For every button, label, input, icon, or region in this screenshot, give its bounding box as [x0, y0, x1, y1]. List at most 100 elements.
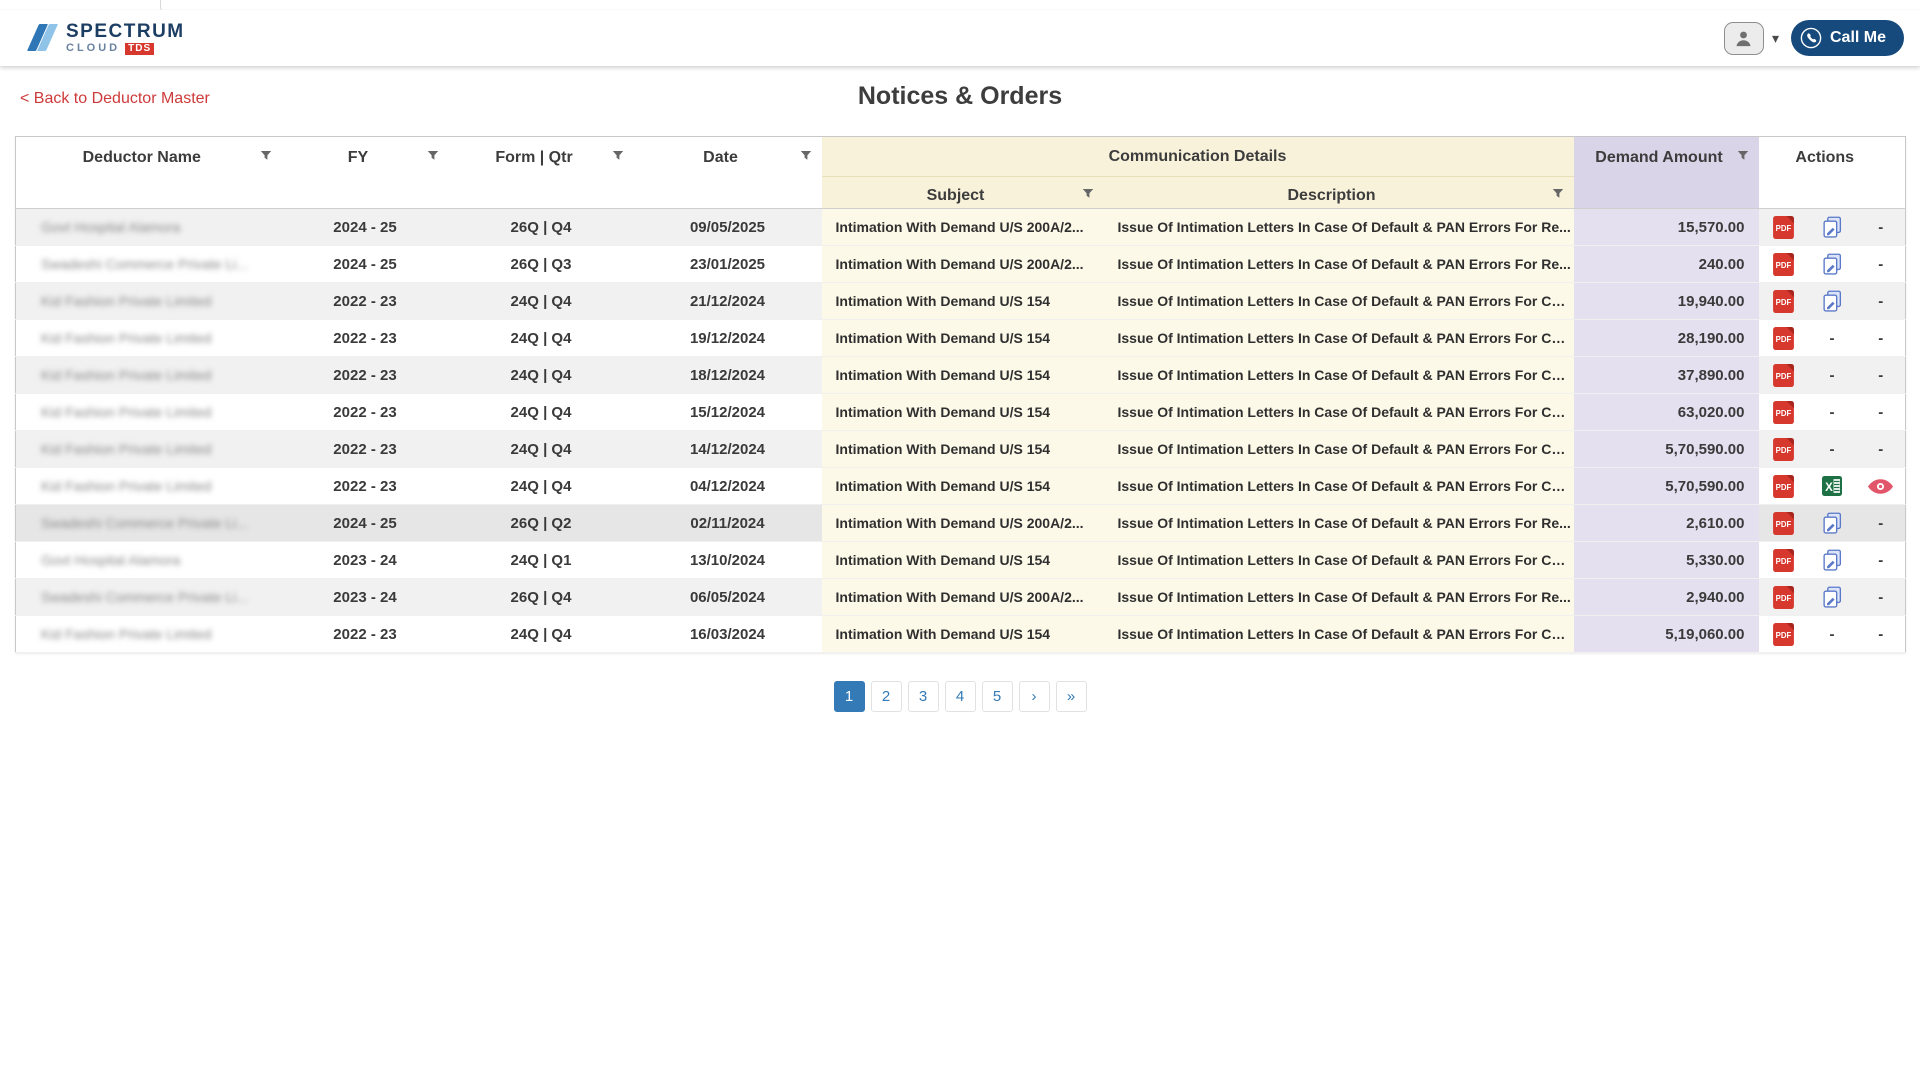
no-action-dash: - — [1857, 246, 1906, 283]
deductor-name-redacted: Swadeshi Commerce Private Li... — [41, 256, 248, 272]
cell-form-qtr: 24Q | Q4 — [449, 468, 634, 505]
cell-fy: 2022 - 23 — [282, 468, 449, 505]
deductor-name-redacted: Swadeshi Commerce Private Li... — [41, 515, 248, 531]
cell-deductor-name: Kid Fashion Private Limited — [16, 468, 282, 505]
filter-icon[interactable] — [1737, 150, 1749, 162]
pdf-file-icon[interactable]: PDF — [1759, 468, 1808, 505]
pdf-file-icon[interactable]: PDF — [1759, 320, 1808, 357]
cell-fy: 2022 - 23 — [282, 394, 449, 431]
page-button-4[interactable]: 4 — [945, 681, 976, 712]
cell-date: 23/01/2025 — [634, 246, 822, 283]
cell-fy: 2024 - 25 — [282, 505, 449, 542]
excel-file-icon[interactable]: X — [1808, 468, 1857, 505]
cell-fy: 2022 - 23 — [282, 616, 449, 653]
deductor-name-redacted: Kid Fashion Private Limited — [41, 367, 211, 383]
document-copy-icon[interactable] — [1808, 283, 1857, 320]
filter-icon[interactable] — [612, 150, 624, 162]
col-header-demand-amount: Demand Amount — [1574, 137, 1759, 209]
table-row: Kid Fashion Private Limited2022 - 2324Q … — [16, 468, 1906, 505]
deductor-name-redacted: Govt Hospital Alamora — [41, 219, 180, 235]
cell-subject: Intimation With Demand U/S 154 — [822, 431, 1104, 468]
pdf-file-icon[interactable]: PDF — [1759, 431, 1808, 468]
filter-icon[interactable] — [260, 150, 272, 162]
spectrum-logo-icon — [26, 22, 58, 54]
svg-text:PDF: PDF — [1775, 631, 1791, 640]
cell-deductor-name: Kid Fashion Private Limited — [16, 320, 282, 357]
cell-date: 04/12/2024 — [634, 468, 822, 505]
no-action-dash: - — [1857, 505, 1906, 542]
cell-demand-amount: 2,940.00 — [1574, 579, 1759, 616]
pdf-file-icon[interactable]: PDF — [1759, 505, 1808, 542]
pdf-file-icon[interactable]: PDF — [1759, 209, 1808, 246]
cell-subject: Intimation With Demand U/S 154 — [822, 394, 1104, 431]
cell-subject: Intimation With Demand U/S 154 — [822, 283, 1104, 320]
eye-icon[interactable] — [1857, 468, 1906, 505]
pdf-file-icon[interactable]: PDF — [1759, 357, 1808, 394]
cell-demand-amount: 2,610.00 — [1574, 505, 1759, 542]
pdf-file-icon[interactable]: PDF — [1759, 246, 1808, 283]
table-row: Kid Fashion Private Limited2022 - 2324Q … — [16, 320, 1906, 357]
logo-title: SPECTRUM — [66, 22, 185, 41]
cell-demand-amount: 28,190.00 — [1574, 320, 1759, 357]
no-action-dash: - — [1857, 357, 1906, 394]
cell-fy: 2022 - 23 — [282, 357, 449, 394]
app-logo[interactable]: SPECTRUM CLOUD TDS — [26, 22, 185, 55]
document-copy-icon[interactable] — [1808, 209, 1857, 246]
col-header-deductor-name: Deductor Name — [16, 137, 282, 209]
caret-down-icon[interactable]: ▾ — [1772, 30, 1779, 47]
svg-text:X: X — [1825, 482, 1833, 494]
cell-form-qtr: 24Q | Q4 — [449, 283, 634, 320]
filter-icon[interactable] — [800, 150, 812, 162]
back-to-deductor-master-link[interactable]: < Back to Deductor Master — [20, 90, 210, 108]
cell-description: Issue Of Intimation Letters In Case Of D… — [1104, 468, 1574, 505]
cell-demand-amount: 5,70,590.00 — [1574, 468, 1759, 505]
call-me-button[interactable]: Call Me — [1791, 20, 1904, 56]
cell-subject: Intimation With Demand U/S 200A/2... — [822, 505, 1104, 542]
cell-subject: Intimation With Demand U/S 154 — [822, 320, 1104, 357]
page-button-2[interactable]: 2 — [871, 681, 902, 712]
document-copy-icon[interactable] — [1808, 579, 1857, 616]
pdf-file-icon[interactable]: PDF — [1759, 394, 1808, 431]
logo-subtitle: CLOUD — [66, 43, 120, 54]
document-copy-icon[interactable] — [1808, 542, 1857, 579]
cell-subject: Intimation With Demand U/S 200A/2... — [822, 579, 1104, 616]
no-action-dash: - — [1808, 357, 1857, 394]
pdf-file-icon[interactable]: PDF — [1759, 283, 1808, 320]
last-page-button[interactable]: » — [1056, 681, 1087, 712]
cell-description: Issue Of Intimation Letters In Case Of D… — [1104, 394, 1574, 431]
no-action-dash: - — [1808, 320, 1857, 357]
cell-deductor-name: Kid Fashion Private Limited — [16, 616, 282, 653]
cell-form-qtr: 24Q | Q4 — [449, 357, 634, 394]
table-row: Swadeshi Commerce Private Li... 2024 - 25… — [16, 505, 1906, 542]
svg-text:PDF: PDF — [1775, 594, 1791, 603]
pdf-file-icon[interactable]: PDF — [1759, 616, 1808, 653]
svg-text:PDF: PDF — [1775, 298, 1791, 307]
pdf-file-icon[interactable]: PDF — [1759, 579, 1808, 616]
filter-icon[interactable] — [1552, 188, 1564, 200]
page-button-3[interactable]: 3 — [908, 681, 939, 712]
page-button-1[interactable]: 1 — [834, 681, 865, 712]
cell-description: Issue Of Intimation Letters In Case Of D… — [1104, 505, 1574, 542]
cell-subject: Intimation With Demand U/S 154 — [822, 468, 1104, 505]
cell-form-qtr: 26Q | Q2 — [449, 505, 634, 542]
cell-form-qtr: 26Q | Q4 — [449, 209, 634, 246]
document-copy-icon[interactable] — [1808, 246, 1857, 283]
user-icon — [1734, 29, 1753, 48]
table-row: Kid Fashion Private Limited 2022 - 2324Q … — [16, 357, 1906, 394]
deductor-name-redacted: Swadeshi Commerce Private Li... — [41, 589, 248, 605]
user-menu-button[interactable] — [1724, 22, 1764, 55]
svg-text:PDF: PDF — [1775, 261, 1791, 270]
filter-icon[interactable] — [427, 150, 439, 162]
no-action-dash: - — [1857, 394, 1906, 431]
document-copy-icon[interactable] — [1808, 505, 1857, 542]
page-button-5[interactable]: 5 — [982, 681, 1013, 712]
next-page-button[interactable]: › — [1019, 681, 1050, 712]
filter-icon[interactable] — [1082, 188, 1094, 200]
pdf-file-icon[interactable]: PDF — [1759, 542, 1808, 579]
cell-form-qtr: 24Q | Q1 — [449, 542, 634, 579]
svg-text:PDF: PDF — [1775, 557, 1791, 566]
cell-date: 16/03/2024 — [634, 616, 822, 653]
table-row: Kid Fashion Private Limited2022 - 2324Q … — [16, 283, 1906, 320]
cell-description: Issue Of Intimation Letters In Case Of D… — [1104, 320, 1574, 357]
cell-date: 02/11/2024 — [634, 505, 822, 542]
